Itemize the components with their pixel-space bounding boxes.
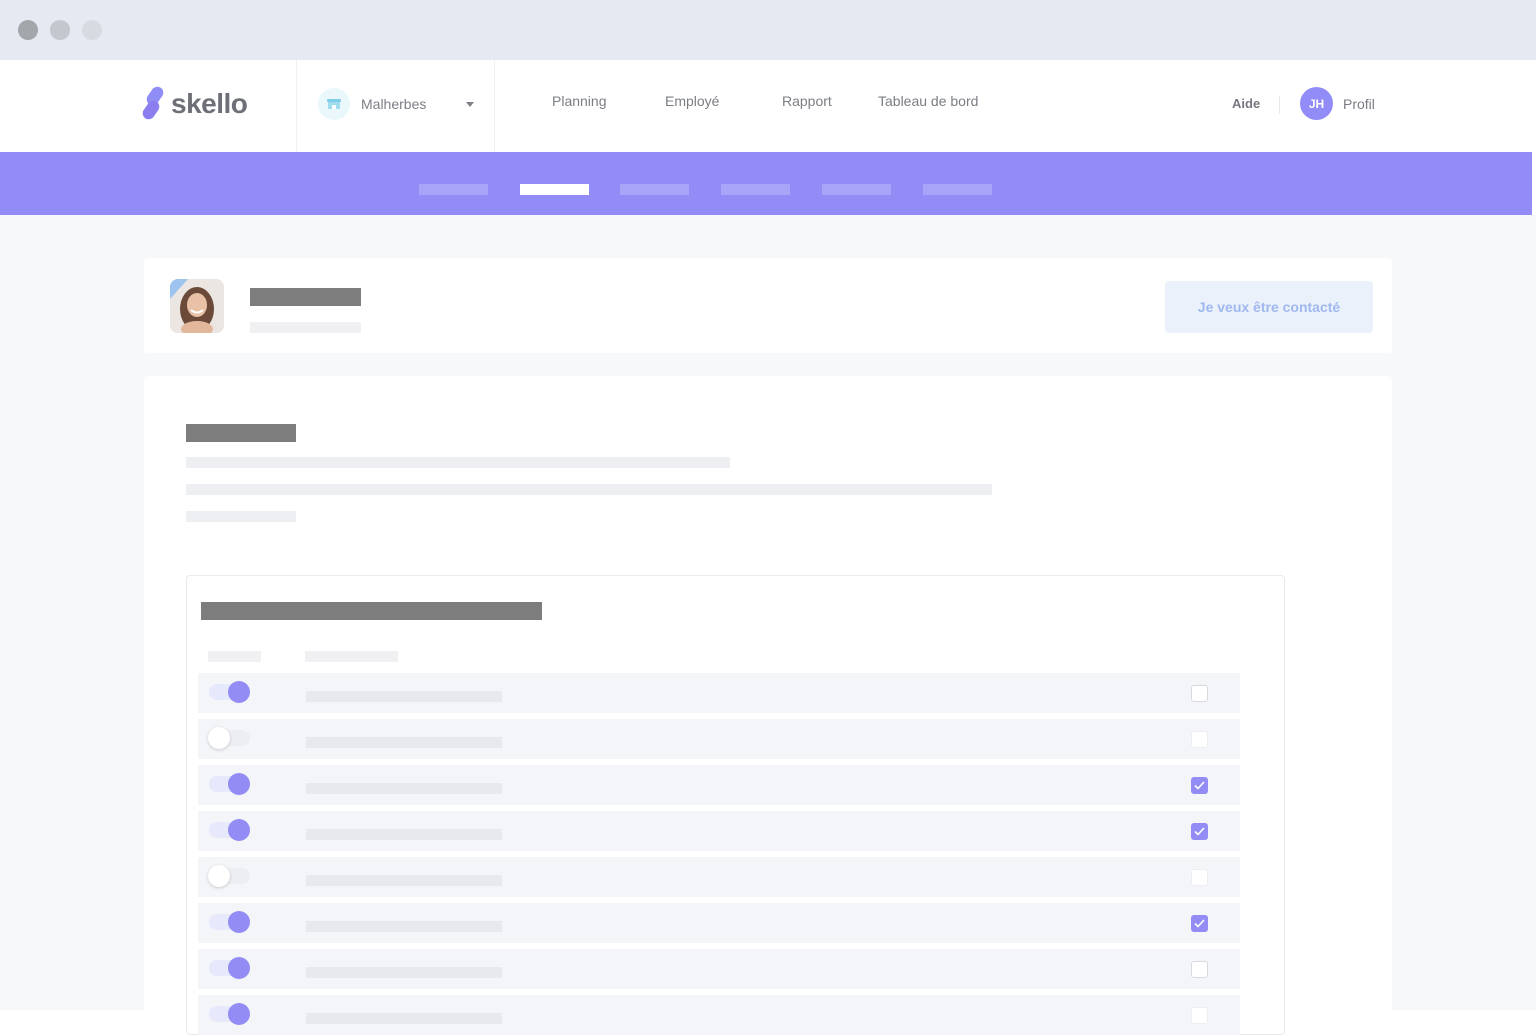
row-label-placeholder bbox=[306, 783, 502, 794]
subnav-tab-6[interactable] bbox=[923, 184, 992, 195]
settings-card bbox=[144, 376, 1392, 1035]
profile-subtitle-placeholder bbox=[250, 322, 361, 333]
list-item bbox=[198, 765, 1240, 805]
section-title-placeholder bbox=[186, 424, 296, 442]
sub-navbar bbox=[0, 152, 1532, 215]
toggle-switch[interactable] bbox=[209, 681, 250, 703]
list-item bbox=[198, 811, 1240, 851]
subnav-tab-4[interactable] bbox=[721, 184, 790, 195]
toggle-knob bbox=[228, 773, 250, 795]
brand-name: skello bbox=[171, 88, 248, 119]
list-item bbox=[198, 949, 1240, 989]
subnav-tab-1[interactable] bbox=[419, 184, 488, 195]
window-close-dot[interactable] bbox=[18, 20, 38, 40]
panel-title-placeholder bbox=[201, 602, 542, 620]
shop-icon bbox=[318, 88, 350, 120]
checkbox[interactable] bbox=[1191, 823, 1208, 840]
profile-name-placeholder bbox=[250, 288, 361, 306]
subnav-tab-3[interactable] bbox=[620, 184, 689, 195]
nav-link-tableau-de-bord[interactable]: Tableau de bord bbox=[878, 93, 978, 109]
toggle-switch[interactable] bbox=[208, 865, 250, 887]
toggle-knob bbox=[208, 865, 230, 887]
list-item bbox=[198, 857, 1240, 897]
contact-me-button[interactable]: Je veux être contacté bbox=[1165, 281, 1373, 333]
shop-selector[interactable]: Malherbes bbox=[318, 87, 474, 121]
window-minimize-dot[interactable] bbox=[50, 20, 70, 40]
check-icon bbox=[1194, 827, 1205, 836]
toggle-switch[interactable] bbox=[209, 819, 250, 841]
settings-list-panel bbox=[186, 575, 1285, 1035]
list-item bbox=[198, 995, 1240, 1035]
list-item bbox=[198, 903, 1240, 943]
toggle-switch[interactable] bbox=[209, 1003, 250, 1025]
subnav-tab-2-active[interactable] bbox=[520, 184, 589, 195]
column-header-placeholder bbox=[208, 651, 261, 662]
nav-divider bbox=[1279, 96, 1280, 114]
nav-link-rapport[interactable]: Rapport bbox=[782, 93, 832, 109]
row-label-placeholder bbox=[306, 921, 502, 932]
toggle-switch[interactable] bbox=[209, 911, 250, 933]
toggle-switch[interactable] bbox=[209, 773, 250, 795]
description-line-placeholder bbox=[186, 457, 730, 468]
toggle-knob bbox=[208, 727, 230, 749]
row-label-placeholder bbox=[306, 737, 502, 748]
profile-card: Je veux être contacté bbox=[144, 258, 1392, 353]
help-link[interactable]: Aide bbox=[1232, 96, 1260, 111]
toggle-knob bbox=[228, 681, 250, 703]
check-icon bbox=[1194, 781, 1205, 790]
subnav-tab-5[interactable] bbox=[822, 184, 891, 195]
toggle-knob bbox=[228, 1003, 250, 1025]
toggle-switch[interactable] bbox=[209, 957, 250, 979]
row-label-placeholder bbox=[306, 967, 502, 978]
check-icon bbox=[1194, 919, 1205, 928]
row-label-placeholder bbox=[306, 1013, 502, 1024]
column-header-placeholder bbox=[305, 651, 398, 662]
checkbox[interactable] bbox=[1191, 915, 1208, 932]
checkbox[interactable] bbox=[1191, 961, 1208, 978]
description-line-placeholder bbox=[186, 511, 296, 522]
skello-logo-mark-icon bbox=[140, 84, 166, 122]
window-zoom-dot[interactable] bbox=[82, 20, 102, 40]
toggle-knob bbox=[228, 911, 250, 933]
nav-link-employe[interactable]: Employé bbox=[665, 93, 719, 109]
description-line-placeholder bbox=[186, 484, 992, 495]
row-label-placeholder bbox=[306, 875, 502, 886]
checkbox[interactable] bbox=[1191, 685, 1208, 702]
browser-chrome bbox=[0, 0, 1536, 60]
list-item bbox=[198, 719, 1240, 759]
list-item bbox=[198, 673, 1240, 713]
row-label-placeholder bbox=[306, 829, 502, 840]
nav-divider bbox=[296, 60, 297, 152]
shop-name: Malherbes bbox=[361, 96, 427, 112]
toggle-knob bbox=[228, 957, 250, 979]
checkbox bbox=[1191, 731, 1208, 748]
toggle-switch[interactable] bbox=[208, 727, 250, 749]
checkbox bbox=[1191, 869, 1208, 886]
profile-photo bbox=[170, 279, 224, 333]
brand-logo[interactable]: skello bbox=[140, 84, 248, 122]
profile-link[interactable]: Profil bbox=[1343, 96, 1375, 112]
chevron-down-icon[interactable] bbox=[466, 101, 474, 107]
nav-divider bbox=[494, 60, 495, 152]
top-navbar: skello Malherbes Planning Employé Rappor… bbox=[0, 60, 1536, 152]
row-label-placeholder bbox=[306, 691, 502, 702]
nav-link-planning[interactable]: Planning bbox=[552, 93, 607, 109]
avatar[interactable]: JH bbox=[1300, 87, 1333, 120]
checkbox[interactable] bbox=[1191, 777, 1208, 794]
toggle-knob bbox=[228, 819, 250, 841]
